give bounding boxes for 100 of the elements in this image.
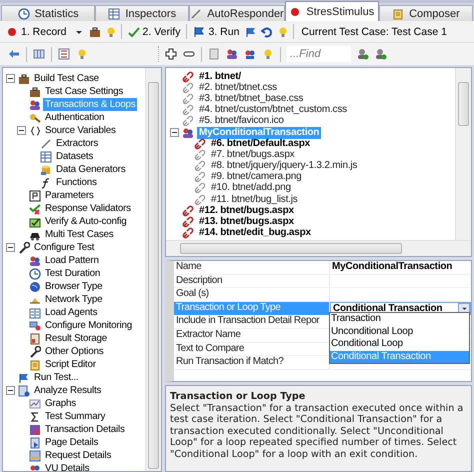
- tree-item[interactable]: Multi Test Cases: [43, 228, 116, 241]
- tree-item[interactable]: Data Generators: [54, 163, 128, 176]
- people-icon[interactable]: [226, 48, 238, 60]
- record-button[interactable]: 1. Record: [4, 24, 69, 38]
- request-item[interactable]: #8. btnet/jquery/jquery-1.3.2.min.js: [209, 160, 360, 172]
- table-icon: [29, 306, 41, 318]
- tree-item[interactable]: Build Test Case: [32, 72, 101, 85]
- dropdown-option[interactable]: Conditional Loop: [330, 338, 469, 351]
- tree-item[interactable]: Test Duration: [43, 267, 102, 280]
- tree-item[interactable]: Run Test...: [32, 371, 80, 384]
- tree-item[interactable]: Functions: [54, 176, 99, 189]
- page-icon[interactable]: [208, 48, 220, 60]
- property-name[interactable]: Goal (s): [174, 288, 330, 301]
- tree-item[interactable]: Load Pattern: [43, 254, 101, 267]
- people-icon: [182, 126, 194, 139]
- tree-item[interactable]: Browser Type: [43, 280, 104, 293]
- flag-icon[interactable]: [245, 26, 258, 38]
- list-icon[interactable]: [58, 48, 70, 60]
- tab[interactable]: AutoResponder: [189, 5, 285, 21]
- request-item[interactable]: #14. btnet/edit_bug.aspx: [197, 227, 313, 240]
- request-item[interactable]: #7. btnet/bugs.aspx: [209, 148, 296, 161]
- user-icon[interactable]: [375, 48, 387, 60]
- tree-item[interactable]: Load Agents: [43, 306, 100, 319]
- link-icon: [182, 227, 194, 240]
- chart-icon: [18, 384, 30, 396]
- tree-item[interactable]: Extractors: [54, 137, 100, 150]
- tree-item[interactable]: Authentication: [43, 111, 106, 124]
- flag-icon: [193, 26, 206, 38]
- tree-item[interactable]: Analyze Results: [32, 384, 104, 397]
- collapse-toggle[interactable]: [17, 126, 26, 135]
- tree-item[interactable]: Configure Test: [32, 241, 96, 254]
- request-item[interactable]: #3. btnet/btnet_base.css: [197, 92, 306, 105]
- tree-item[interactable]: Result Storage: [43, 332, 110, 345]
- dropdown-option[interactable]: Transaction: [330, 313, 469, 326]
- lightbulb-icon[interactable]: [76, 48, 88, 60]
- people-icon: [29, 462, 41, 471]
- tree-item[interactable]: Test Summary: [43, 410, 108, 423]
- briefcase-icon[interactable]: [88, 26, 101, 38]
- request-item[interactable]: #12. btnet/bugs.aspx: [197, 204, 296, 217]
- people-icon[interactable]: [244, 48, 256, 60]
- tree-item[interactable]: Datasets: [54, 150, 96, 163]
- collapse-toggle[interactable]: [6, 243, 15, 252]
- tree-item[interactable]: Parameters: [43, 189, 96, 202]
- link-icon: [182, 104, 194, 116]
- request-item[interactable]: #13. btnet/bugs.aspx: [197, 216, 296, 228]
- tree-item[interactable]: Page Details: [43, 436, 100, 449]
- plus-icon[interactable]: [165, 48, 177, 60]
- property-name[interactable]: Name: [174, 261, 330, 274]
- undo-icon[interactable]: [261, 26, 274, 38]
- lightbulb-icon[interactable]: [262, 48, 274, 60]
- collapse-toggle[interactable]: [170, 128, 179, 138]
- find-field[interactable]: ...Find: [287, 46, 351, 62]
- back-arrow-icon[interactable]: [8, 48, 20, 60]
- function-icon: [40, 176, 52, 188]
- tab[interactable]: Statistics: [1, 5, 96, 21]
- tree-item[interactable]: Network Type: [43, 293, 104, 306]
- collapse-toggle[interactable]: [6, 386, 15, 395]
- tree-item[interactable]: Configure Monitoring: [43, 319, 134, 332]
- description-text: Select "Transaction" for a transaction executed once within a test case iteration. Select "Conditional Transaction" for a transaction executed conditionally. Select "Unconditional Loop" for a loop repeated specified number of times. Select "Conditional Loop" for a loop with an exit condition.: [170, 402, 464, 461]
- lightbulb-icon[interactable]: [277, 26, 290, 38]
- request-item[interactable]: #5. btnet/favicon.ico: [197, 115, 286, 128]
- tree-item[interactable]: Script Editor: [43, 358, 98, 371]
- key-icon: [29, 112, 41, 124]
- tab[interactable]: StresStimulus: [284, 1, 379, 21]
- user-icon[interactable]: [357, 48, 369, 60]
- tree-item[interactable]: Other Options: [43, 345, 106, 358]
- run-button[interactable]: 3. Run: [191, 24, 242, 38]
- tab[interactable]: Composer: [378, 5, 474, 21]
- tree-item[interactable]: Request Details: [43, 449, 114, 462]
- request-item[interactable]: #2. btnet/btnet.css: [197, 82, 279, 94]
- sigma-icon: [29, 410, 41, 422]
- property-value: MyConditionalTransaction: [331, 261, 452, 272]
- scrollbar-thumb[interactable]: [458, 82, 469, 126]
- tree-item[interactable]: VU Details: [43, 462, 92, 471]
- scrollbar-thumb[interactable]: [148, 82, 159, 469]
- request-item[interactable]: #1. btnet/: [197, 70, 243, 83]
- tree-item[interactable]: Source Variables: [43, 124, 118, 137]
- tree-item[interactable]: Test Case Settings: [43, 85, 126, 98]
- request-item[interactable]: #9. btnet/camera.png: [209, 171, 304, 184]
- scrollbar-thumb[interactable]: [180, 243, 402, 254]
- request-item[interactable]: #6. btnet/Default.aspx: [209, 138, 312, 150]
- details-icon: [29, 450, 41, 462]
- request-item[interactable]: #11. btnet/bug_list.js: [209, 194, 300, 206]
- link-icon: [194, 194, 206, 206]
- columns-icon[interactable]: [33, 48, 45, 60]
- tree-item[interactable]: Graphs: [43, 397, 78, 410]
- property-name[interactable]: Description: [174, 274, 330, 288]
- link-icon: [182, 70, 194, 83]
- request-item[interactable]: #4. btnet/custom/btnet_custom.css: [197, 104, 349, 116]
- dropdown-option[interactable]: Unconditional Loop: [330, 326, 469, 338]
- tree-item[interactable]: Response Validators: [43, 202, 133, 215]
- wrench-icon: [29, 346, 41, 358]
- collapse-toggle[interactable]: [6, 74, 15, 83]
- verify-button[interactable]: 2. Verify: [126, 24, 182, 38]
- tree-item[interactable]: Transaction Details: [43, 423, 127, 436]
- tab[interactable]: Inspectors: [95, 5, 190, 21]
- request-item[interactable]: #10. btnet/add.png: [209, 182, 293, 194]
- description-title: Transaction or Loop Type: [170, 391, 306, 403]
- tree-item[interactable]: Verify & Auto-config: [43, 215, 128, 228]
- validator-icon: [29, 202, 41, 214]
